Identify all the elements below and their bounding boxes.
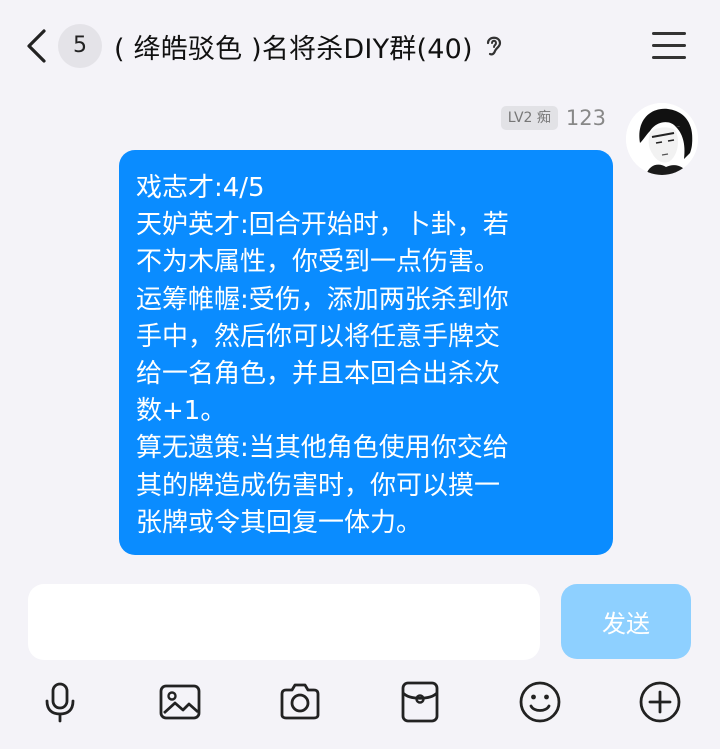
message-line: 不为木属性，你受到一点伤害。 [136, 247, 501, 278]
ear-icon [483, 31, 505, 61]
message-line: 张牌或令其回复一体力。 [136, 507, 423, 538]
menu-button[interactable] [652, 30, 688, 62]
menu-bar [652, 32, 686, 35]
camera-icon[interactable] [278, 680, 322, 724]
microphone-icon[interactable] [38, 680, 82, 724]
chat-title: ( 绛皓驳色 )名将杀DIY群(40) [114, 33, 473, 65]
plus-icon[interactable] [638, 680, 682, 724]
avatar[interactable] [626, 103, 698, 175]
avatar-image [626, 103, 698, 175]
message-line: 算无遗策:当其他角色使用你交给 [136, 433, 509, 464]
red-packet-icon[interactable] [398, 680, 442, 724]
message-line: 给一名角色，并且本回合出杀次 [136, 359, 501, 390]
message-line: 其的牌造成伤害时，你可以摸一 [136, 470, 501, 501]
chat-title-group[interactable]: ( 绛皓驳色 )名将杀DIY群(40) [114, 26, 505, 66]
input-panel: 发送 [0, 568, 720, 749]
message-input[interactable] [28, 584, 540, 660]
message-line: 运筹帷幄:受伤，添加两张杀到你 [136, 284, 509, 315]
back-button[interactable] [22, 28, 52, 64]
message-line: 天妒英才:回合开始时，卜卦，若 [136, 210, 509, 241]
unread-count-badge[interactable]: 5 [58, 24, 102, 68]
send-button[interactable]: 发送 [561, 584, 691, 659]
sender-level-badge: LV2 痴 [500, 106, 558, 130]
menu-bar [652, 56, 686, 59]
sender-name[interactable]: 123 [566, 106, 606, 130]
sender-info: LV2 痴 123 [500, 104, 606, 132]
message-line: 数+1。 [136, 396, 227, 427]
emoji-icon[interactable] [518, 680, 562, 724]
message-line: 戏志才:4/5 [136, 173, 265, 203]
message-line: 手中，然后你可以将任意手牌交 [136, 321, 501, 352]
message-bubble[interactable]: 戏志才:4/5 天妒英才:回合开始时，卜卦，若 不为木属性，你受到一点伤害。 运… [119, 150, 613, 555]
image-icon[interactable] [158, 680, 202, 724]
chevron-left-icon [27, 29, 46, 63]
chat-header: 5 ( 绛皓驳色 )名将杀DIY群(40) [0, 0, 720, 92]
menu-bar [652, 44, 686, 47]
